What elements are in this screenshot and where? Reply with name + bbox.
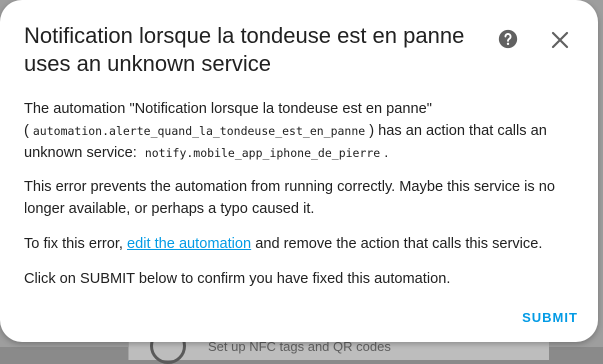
help-circle-icon: [498, 29, 518, 49]
close-icon: [551, 31, 569, 49]
repair-dialog: Notification lorsque la tondeuse est en …: [0, 0, 598, 342]
service-name: notify.mobile_app_iphone_de_pierre: [144, 146, 381, 160]
dialog-title: Notification lorsque la tondeuse est en …: [24, 23, 465, 76]
close-button[interactable]: [546, 26, 574, 54]
confirm-instructions: Click on SUBMIT below to confirm you hav…: [24, 271, 451, 287]
submit-button[interactable]: SUBMIT: [516, 306, 584, 328]
automation-id: automation.alerte_quand_la_tondeuse_est_…: [32, 124, 366, 138]
description-paragraph: The automation "Notification lorsque la …: [24, 98, 576, 164]
fix-prefix: To fix this error,: [24, 236, 123, 252]
dialog-content: The automation "Notification lorsque la …: [24, 98, 576, 290]
error-explanation: This error prevents the automation from …: [24, 179, 555, 217]
help-button[interactable]: [496, 27, 520, 51]
edit-automation-link[interactable]: edit the automation: [127, 236, 251, 252]
description-suffix: .: [384, 145, 389, 161]
fix-suffix: and remove the action that calls this se…: [255, 236, 543, 252]
fix-instructions: To fix this error, edit the automation a…: [24, 233, 576, 255]
